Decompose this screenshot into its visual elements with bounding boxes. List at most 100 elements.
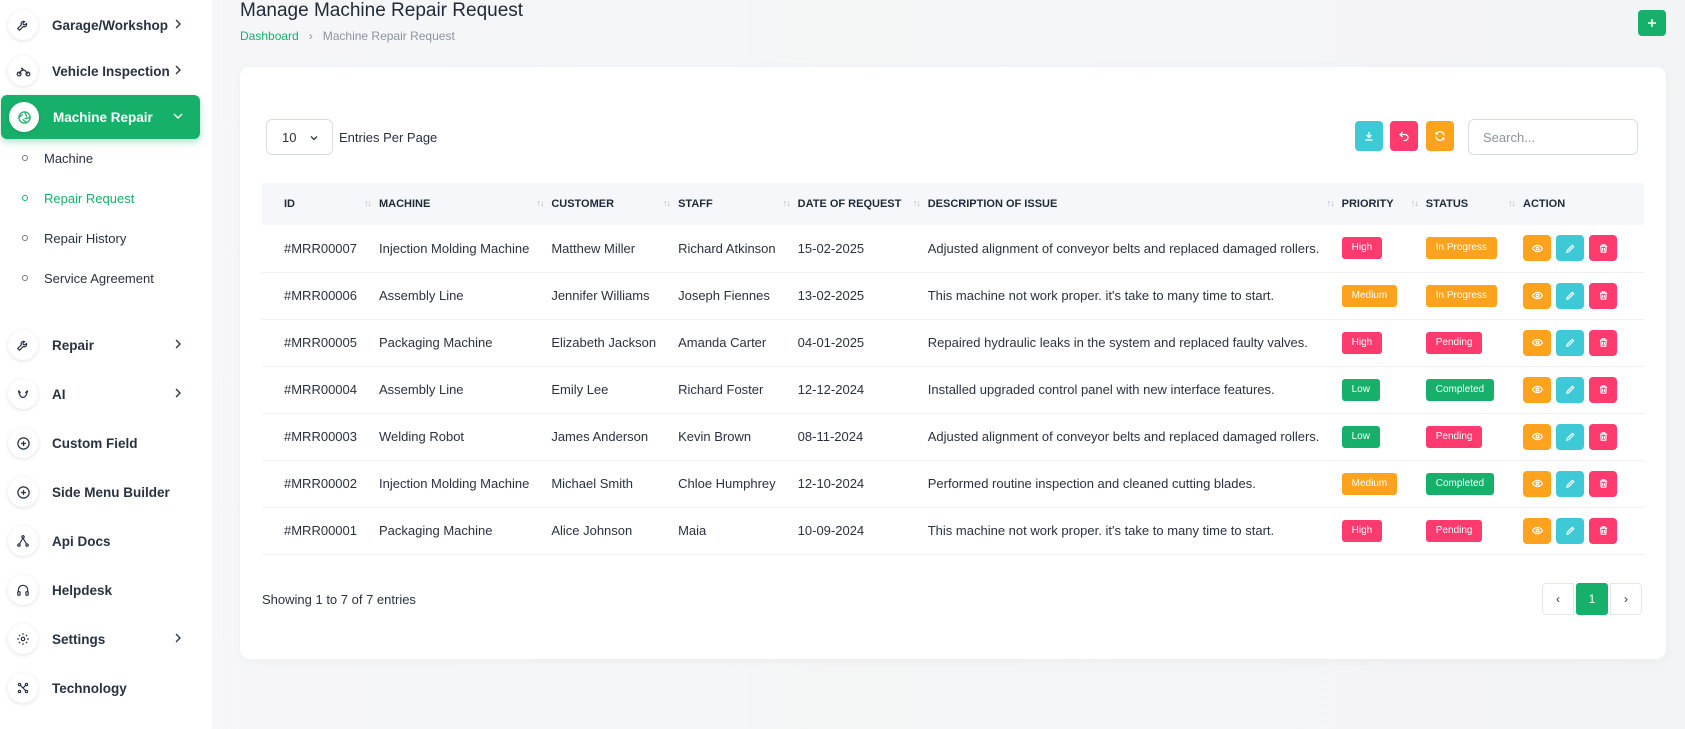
sidebar-subitem-machine[interactable]: Machine [22, 143, 93, 173]
cell-customer: Emily Lee [551, 366, 679, 414]
col-header-date[interactable]: DATE OF REQUEST ↑↓ [797, 183, 928, 225]
wrench-icon [8, 10, 38, 40]
cell-id: #MRR00002 [262, 460, 379, 508]
cell-staff: Kevin Brown [678, 413, 798, 461]
bullet-icon [22, 275, 28, 281]
breadcrumb-separator-icon: › [308, 29, 313, 43]
edit-button[interactable] [1556, 235, 1584, 262]
cell-status: Pending [1425, 413, 1523, 461]
pencil-icon [1565, 290, 1576, 301]
view-button[interactable] [1523, 423, 1551, 450]
sidebar-item-vehicle-inspection[interactable]: Vehicle Inspection [0, 49, 200, 93]
cell-action [1523, 319, 1644, 367]
delete-button[interactable] [1589, 282, 1617, 309]
headphones-icon [8, 575, 38, 605]
sidebar-item-api-docs[interactable]: Api Docs [0, 519, 200, 563]
col-header-label: ID [284, 198, 295, 210]
sidebar-item-ai[interactable]: AI [0, 372, 200, 416]
view-button[interactable] [1523, 329, 1551, 356]
col-header-status[interactable]: STATUS ↑↓ [1425, 183, 1523, 225]
cell-priority: Medium [1341, 272, 1426, 320]
sidebar-item-label: Technology [52, 680, 127, 696]
view-button[interactable] [1523, 235, 1551, 262]
table-header-row: ID ↑↓ MACHINE ↑↓ CUSTOMER ↑↓ STAFF ↑↓ DATE O… [262, 183, 1644, 225]
status-badge: In Progress [1425, 237, 1497, 260]
breadcrumb-dashboard-link[interactable]: Dashboard [240, 29, 299, 43]
sidebar-item-garage-workshop[interactable]: Garage/Workshop [0, 3, 200, 47]
sort-icon: ↑↓ [663, 198, 671, 208]
sidebar-subitem-repair-history[interactable]: Repair History [22, 223, 126, 253]
search-input[interactable] [1468, 119, 1638, 155]
sidebar-subitem-service-agreement[interactable]: Service Agreement [22, 263, 154, 293]
view-button[interactable] [1523, 282, 1551, 309]
pencil-icon [1565, 384, 1576, 395]
cell-description: Repaired hydraulic leaks in the system a… [927, 319, 1342, 367]
undo-button[interactable] [1390, 121, 1418, 151]
chevron-down-icon [310, 136, 318, 141]
delete-button[interactable] [1589, 329, 1617, 356]
delete-button[interactable] [1589, 517, 1617, 544]
requests-card: 10 Entries Per Page ID ↑↓ MACHINE ↑↓ CUSTO… [240, 67, 1666, 659]
tools-icon [8, 330, 38, 360]
sidebar-item-custom-field[interactable]: Custom Field [0, 421, 200, 465]
edit-button[interactable] [1556, 329, 1584, 356]
priority-badge: Low [1341, 378, 1380, 401]
export-button[interactable] [1355, 121, 1383, 151]
page-button[interactable]: 1 [1576, 583, 1608, 615]
edit-button[interactable] [1556, 470, 1584, 497]
col-header-customer[interactable]: CUSTOMER ↑↓ [551, 183, 679, 225]
delete-button[interactable] [1589, 235, 1617, 262]
sidebar-item-repair[interactable]: Repair [0, 323, 200, 367]
sidebar-item-side-menu-builder[interactable]: Side Menu Builder [0, 470, 200, 514]
col-header-machine[interactable]: MACHINE ↑↓ [379, 183, 552, 225]
cell-staff: Maia [678, 507, 798, 555]
view-button[interactable] [1523, 376, 1551, 403]
status-badge: Completed [1425, 472, 1495, 495]
view-button[interactable] [1523, 517, 1551, 544]
cell-priority: High [1341, 225, 1426, 273]
sidebar-item-helpdesk[interactable]: Helpdesk [0, 568, 200, 612]
delete-button[interactable] [1589, 470, 1617, 497]
edit-button[interactable] [1556, 517, 1584, 544]
cell-id: #MRR00005 [262, 319, 379, 367]
sidebar-subitem-repair-request[interactable]: Repair Request [22, 183, 134, 213]
edit-button[interactable] [1556, 376, 1584, 403]
next-page-button[interactable]: › [1610, 583, 1642, 615]
col-header-label: DATE OF REQUEST [797, 198, 902, 210]
table-row: #MRR00001 Packaging Machine Alice Johnson M… [262, 507, 1644, 555]
edit-button[interactable] [1556, 423, 1584, 450]
cell-id: #MRR00003 [262, 413, 379, 461]
col-header-staff[interactable]: STAFF ↑↓ [678, 183, 798, 225]
gear-icon [8, 624, 38, 654]
col-header-label: STAFF [678, 198, 713, 210]
cell-priority: Low [1341, 413, 1426, 461]
plus-circle-icon [8, 428, 38, 458]
entries-select-value: 10 [282, 129, 297, 145]
col-header-description[interactable]: DESCRIPTION OF ISSUE ↑↓ [927, 183, 1342, 225]
sidebar-item-technology[interactable]: Technology [0, 666, 200, 710]
cell-date: 15-02-2025 [797, 225, 928, 273]
sidebar-item-label: AI [52, 386, 66, 402]
edit-button[interactable] [1556, 282, 1584, 309]
refresh-button[interactable] [1426, 121, 1454, 151]
entries-select[interactable]: 10 [266, 119, 333, 155]
breadcrumb-current: Machine Repair Request [322, 29, 455, 43]
page-title: Manage Machine Repair Request [240, 0, 524, 21]
sidebar-item-settings[interactable]: Settings [0, 617, 200, 661]
col-header-priority[interactable]: PRIORITY ↑↓ [1341, 183, 1426, 225]
priority-badge: High [1341, 237, 1383, 260]
add-request-button[interactable] [1638, 10, 1666, 36]
cell-date: 12-12-2024 [797, 366, 928, 414]
cell-machine: Packaging Machine [379, 319, 552, 367]
eye-icon [1531, 525, 1543, 536]
cell-machine: Assembly Line [379, 272, 552, 320]
sidebar-item-machine-repair[interactable]: Machine Repair [1, 95, 200, 139]
view-button[interactable] [1523, 470, 1551, 497]
delete-button[interactable] [1589, 376, 1617, 403]
pencil-icon [1565, 431, 1576, 442]
cell-description: Adjusted alignment of conveyor belts and… [927, 413, 1342, 461]
trash-icon [1598, 384, 1609, 395]
prev-page-button[interactable]: ‹ [1542, 583, 1574, 615]
delete-button[interactable] [1589, 423, 1617, 450]
col-header-id[interactable]: ID ↑↓ [262, 183, 379, 225]
